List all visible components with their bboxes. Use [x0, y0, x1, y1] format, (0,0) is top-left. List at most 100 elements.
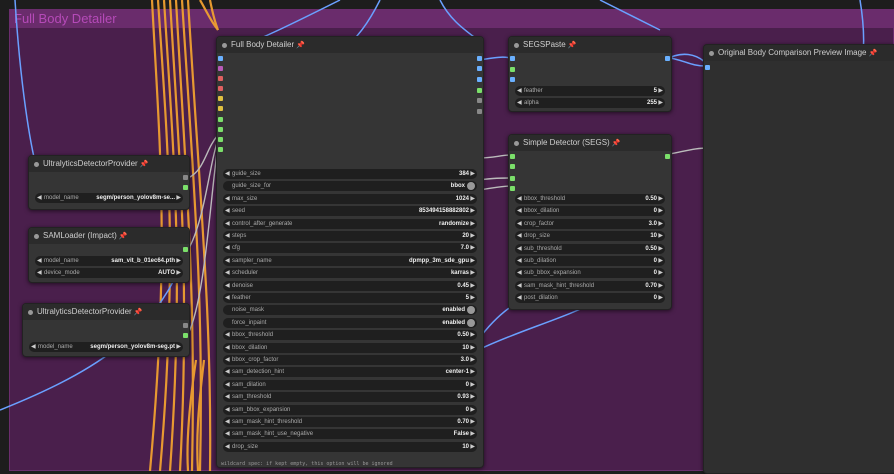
decrement-arrow-icon[interactable]: ◀: [225, 442, 230, 452]
increment-arrow-icon[interactable]: ▶: [470, 256, 475, 266]
increment-arrow-icon[interactable]: ▶: [470, 417, 475, 427]
node-title[interactable]: SAMLoader (Impact) 📌: [29, 228, 189, 244]
node-segspaste[interactable]: SEGSPaste 📌 ◀ feather 5 ▶ ◀ alpha 255 ▶: [508, 36, 672, 112]
increment-arrow-icon[interactable]: ▶: [176, 342, 181, 352]
decrement-arrow-icon[interactable]: ◀: [225, 429, 230, 439]
widget-denoise[interactable]: ◀ denoise 0.45 ▶: [223, 280, 477, 291]
decrement-arrow-icon[interactable]: ◀: [225, 281, 230, 291]
socket-out[interactable]: [665, 56, 670, 61]
decrement-arrow-icon[interactable]: ◀: [225, 380, 230, 390]
increment-arrow-icon[interactable]: ▶: [176, 193, 181, 203]
socket-in[interactable]: [510, 67, 515, 72]
decrement-arrow-icon[interactable]: ◀: [37, 193, 42, 203]
increment-arrow-icon[interactable]: ▶: [470, 169, 475, 179]
decrement-arrow-icon[interactable]: ◀: [225, 243, 230, 253]
increment-arrow-icon[interactable]: ▶: [658, 219, 663, 229]
node-collapse-dot[interactable]: [28, 310, 33, 315]
widget-bbox-dilation[interactable]: ◀ bbox_dilation 0 ▶: [515, 206, 665, 217]
node-samloader[interactable]: SAMLoader (Impact) 📌 ◀ model_name sam_vit_b…: [28, 227, 190, 283]
socket-in[interactable]: [510, 77, 515, 82]
node-collapse-dot[interactable]: [222, 43, 227, 48]
socket-in[interactable]: [218, 106, 223, 111]
node-collapse-dot[interactable]: [34, 234, 39, 239]
widget-cfg[interactable]: ◀ cfg 7.0 ▶: [223, 243, 477, 254]
decrement-arrow-icon[interactable]: ◀: [517, 281, 522, 291]
widget-bbox-threshold[interactable]: ◀ bbox_threshold 0.50 ▶: [223, 330, 477, 341]
widget-sam-mask-hint-use-negative[interactable]: ◀ sam_mask_hint_use_negative False ▶: [223, 429, 477, 440]
widget-model-name[interactable]: ◀ model_name sam_vit_b_01ec64.pth ▶: [35, 256, 183, 266]
increment-arrow-icon[interactable]: ▶: [470, 281, 475, 291]
decrement-arrow-icon[interactable]: ◀: [517, 206, 522, 216]
widget-post-dilation[interactable]: ◀ post_dilation 0 ▶: [515, 293, 665, 304]
decrement-arrow-icon[interactable]: ◀: [31, 342, 36, 352]
socket-in[interactable]: [510, 176, 515, 181]
socket-in[interactable]: [510, 186, 515, 191]
widget-force-inpaint[interactable]: force_inpaint enabled: [223, 317, 477, 328]
node-ultralytics-detector-2[interactable]: UltralyticsDetectorProvider 📌 ◀ model_name…: [22, 303, 190, 357]
decrement-arrow-icon[interactable]: ◀: [517, 231, 522, 241]
increment-arrow-icon[interactable]: ▶: [658, 281, 663, 291]
socket-out[interactable]: [183, 323, 188, 328]
socket-in[interactable]: [218, 86, 223, 91]
widget-guide-size[interactable]: ◀ guide_size 384 ▶: [223, 169, 477, 179]
node-collapse-dot[interactable]: [514, 141, 519, 146]
decrement-arrow-icon[interactable]: ◀: [225, 343, 230, 353]
widget-drop-size[interactable]: ◀ drop_size 10 ▶: [223, 441, 477, 452]
increment-arrow-icon[interactable]: ▶: [470, 442, 475, 452]
increment-arrow-icon[interactable]: ▶: [658, 256, 663, 266]
node-title[interactable]: Full Body Detailer 📌: [217, 37, 483, 53]
decrement-arrow-icon[interactable]: ◀: [225, 206, 230, 216]
socket-in[interactable]: [218, 127, 223, 132]
increment-arrow-icon[interactable]: ▶: [470, 206, 475, 216]
socket-out[interactable]: [477, 66, 482, 71]
widget-sam-dilation[interactable]: ◀ sam_dilation 0 ▶: [223, 379, 477, 390]
widget-steps[interactable]: ◀ steps 20 ▶: [223, 231, 477, 241]
increment-arrow-icon[interactable]: ▶: [658, 231, 663, 241]
socket-out[interactable]: [183, 333, 188, 338]
widget-sam-bbox-expansion[interactable]: ◀ sam_bbox_expansion 0 ▶: [223, 404, 477, 415]
increment-arrow-icon[interactable]: ▶: [470, 429, 475, 439]
widget-guide-size-for[interactable]: guide_size_for bbox: [223, 181, 477, 192]
node-collapse-dot[interactable]: [514, 43, 519, 48]
socket-in[interactable]: [218, 96, 223, 101]
increment-arrow-icon[interactable]: ▶: [470, 380, 475, 390]
decrement-arrow-icon[interactable]: ◀: [225, 417, 230, 427]
increment-arrow-icon[interactable]: ▶: [176, 268, 181, 278]
widget-sam-mask-hint-threshold[interactable]: ◀ sam_mask_hint_threshold 0.70 ▶: [515, 280, 665, 291]
socket-in[interactable]: [705, 65, 710, 70]
increment-arrow-icon[interactable]: ▶: [470, 219, 475, 229]
widget-feather[interactable]: ◀ feather 5 ▶: [223, 293, 477, 303]
widget-sub-bbox-expansion[interactable]: ◀ sub_bbox_expansion 0 ▶: [515, 268, 665, 279]
increment-arrow-icon[interactable]: ▶: [658, 86, 663, 96]
node-title[interactable]: UltralyticsDetectorProvider 📌: [23, 304, 189, 320]
widget-sam-detection-hint[interactable]: ◀ sam_detection_hint center-1 ▶: [223, 367, 477, 378]
widget-bbox-crop-factor[interactable]: ◀ bbox_crop_factor 3.0 ▶: [223, 355, 477, 365]
widget-bbox-threshold[interactable]: ◀ bbox_threshold 0.50 ▶: [515, 194, 665, 204]
decrement-arrow-icon[interactable]: ◀: [225, 293, 230, 303]
widget-model-name[interactable]: ◀ model_name segm/person_yolov8m-seg.pt ▶: [29, 342, 183, 352]
widget-crop-factor[interactable]: ◀ crop_factor 3.0 ▶: [515, 218, 665, 229]
decrement-arrow-icon[interactable]: ◀: [517, 268, 522, 278]
toggle-knob-icon[interactable]: [467, 318, 475, 327]
increment-arrow-icon[interactable]: ▶: [658, 194, 663, 204]
widget-alpha[interactable]: ◀ alpha 255 ▶: [515, 98, 665, 108]
socket-in[interactable]: [218, 147, 223, 152]
node-simple-detector[interactable]: Simple Detector (SEGS) 📌 ◀ bbox_threshold 0…: [508, 134, 672, 310]
socket-in[interactable]: [218, 76, 223, 81]
socket-out[interactable]: [477, 56, 482, 61]
node-preview-image[interactable]: Original Body Comparison Preview Image 📌: [703, 44, 894, 474]
socket-in[interactable]: [218, 117, 223, 122]
widget-sam-threshold[interactable]: ◀ sam_threshold 0.93 ▶: [223, 392, 477, 403]
socket-in[interactable]: [510, 56, 515, 61]
decrement-arrow-icon[interactable]: ◀: [225, 194, 230, 204]
decrement-arrow-icon[interactable]: ◀: [517, 256, 522, 266]
socket-out[interactable]: [477, 98, 482, 103]
increment-arrow-icon[interactable]: ▶: [658, 206, 663, 216]
decrement-arrow-icon[interactable]: ◀: [517, 219, 522, 229]
decrement-arrow-icon[interactable]: ◀: [225, 392, 230, 402]
increment-arrow-icon[interactable]: ▶: [470, 194, 475, 204]
widget-seed[interactable]: ◀ seed 853494158882802 ▶: [223, 206, 477, 217]
widget-bbox-dilation[interactable]: ◀ bbox_dilation 10 ▶: [223, 342, 477, 353]
decrement-arrow-icon[interactable]: ◀: [37, 256, 42, 266]
socket-in[interactable]: [510, 154, 515, 159]
